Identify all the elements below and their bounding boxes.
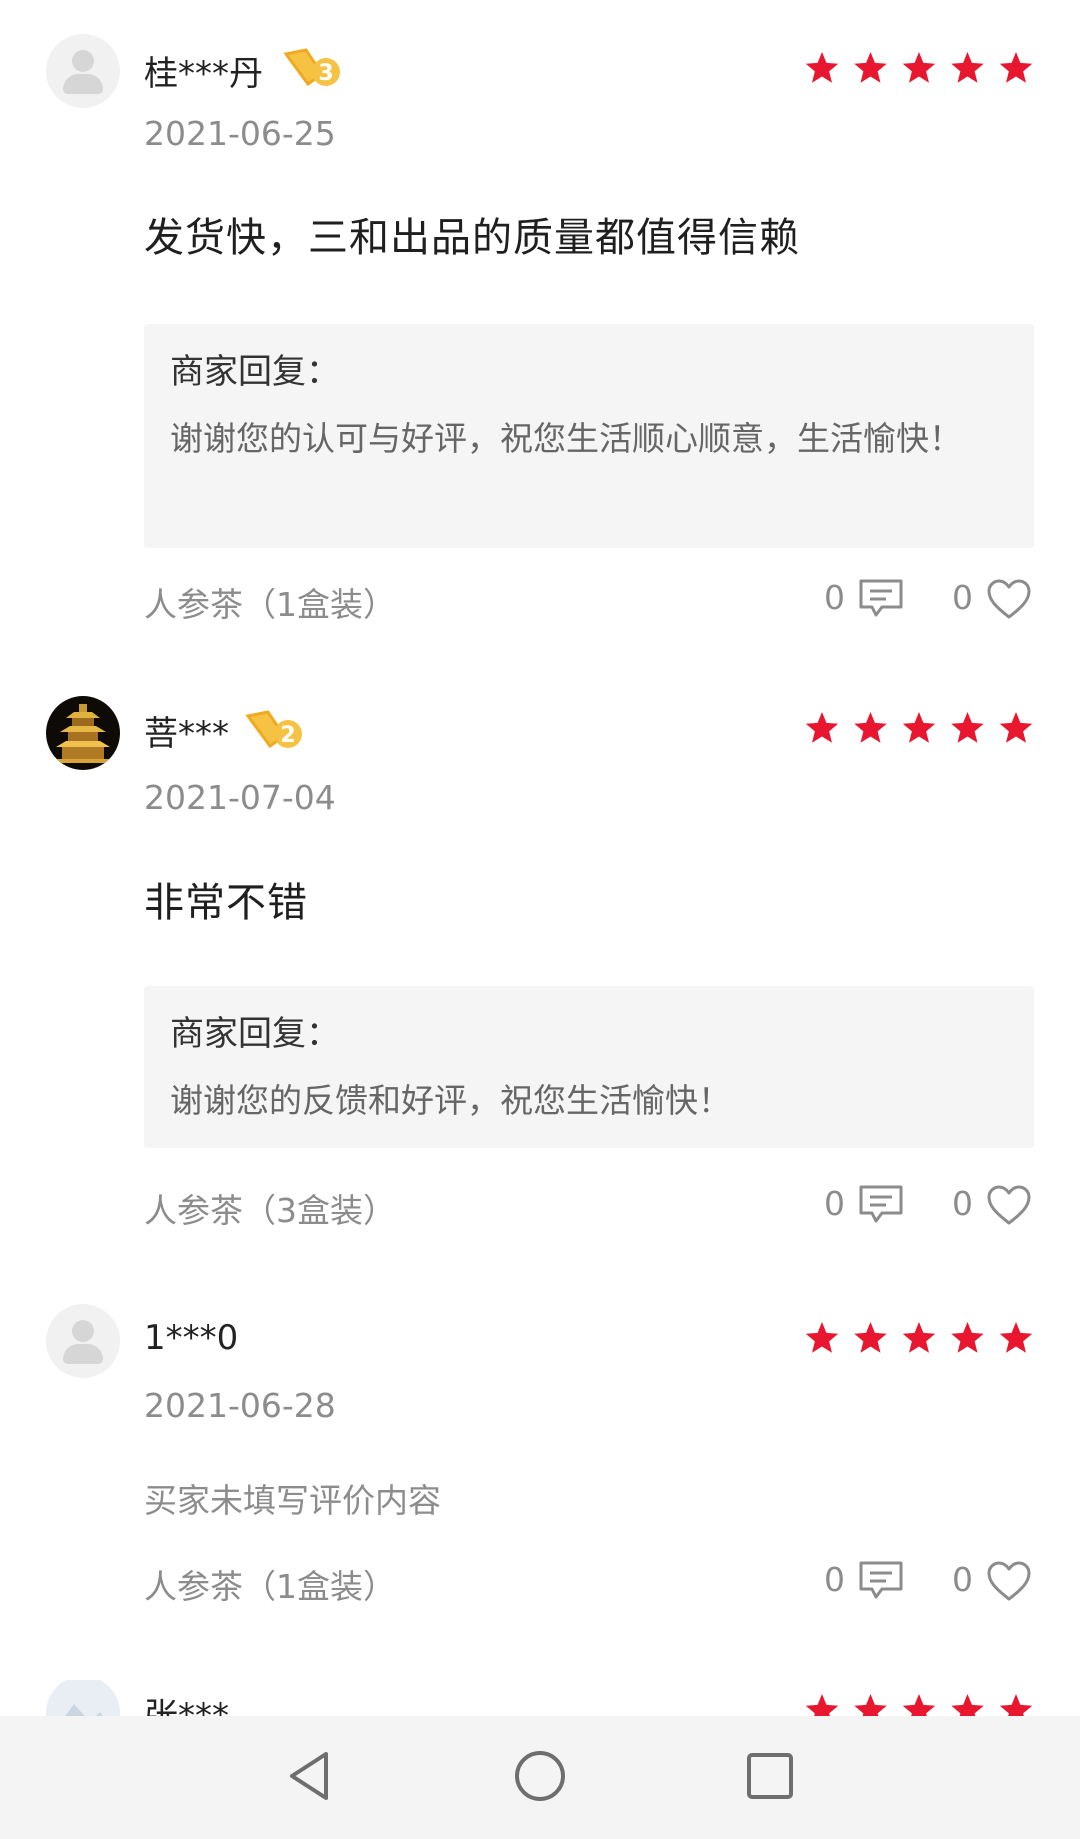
user-avatar-icon[interactable] xyxy=(46,1680,120,1716)
merchant-reply-text: 谢谢您的认可与好评，祝您生活顺心顺意，生活愉快！ xyxy=(170,419,962,458)
star-icon xyxy=(854,712,887,743)
review-item: 桂***丹 3 2021-06-25 发货快，三和出品的质量都值得信赖 商家回复… xyxy=(0,0,1080,660)
user-avatar-icon[interactable] xyxy=(46,696,120,770)
star-icon xyxy=(999,712,1033,743)
vip-level-badge-icon: 2 xyxy=(245,710,302,749)
star-icon xyxy=(951,1694,984,1716)
comment-icon[interactable] xyxy=(858,1560,904,1600)
reviewer-name: 菩*** xyxy=(144,714,229,754)
like-count: 0 xyxy=(952,1560,973,1599)
svg-text:3: 3 xyxy=(318,61,333,86)
review-content: 买家未填写评价内容 xyxy=(144,1481,441,1520)
star-rating xyxy=(805,1322,1033,1353)
comment-icon[interactable] xyxy=(858,1184,904,1224)
user-avatar-icon[interactable] xyxy=(46,34,120,108)
star-icon xyxy=(805,712,839,743)
heart-icon[interactable] xyxy=(986,578,1032,620)
review-item: 张*** xyxy=(0,1680,1080,1716)
star-icon xyxy=(999,1322,1033,1353)
product-variant: 人参茶（1盒装） xyxy=(144,1567,396,1606)
reviewer-name: 张*** xyxy=(144,1696,229,1716)
comment-icon[interactable] xyxy=(858,578,904,618)
like-count: 0 xyxy=(952,578,973,617)
like-count: 0 xyxy=(952,1184,973,1223)
heart-icon[interactable] xyxy=(986,1184,1032,1226)
review-date: 2021-06-28 xyxy=(144,1386,336,1425)
star-icon xyxy=(805,1694,839,1716)
star-icon xyxy=(951,52,984,83)
home-circle-icon[interactable] xyxy=(510,1746,570,1806)
star-icon xyxy=(951,712,984,743)
heart-icon[interactable] xyxy=(986,1560,1032,1602)
merchant-reply-text: 谢谢您的反馈和好评，祝您生活愉快！ xyxy=(170,1081,731,1120)
review-date: 2021-07-04 xyxy=(144,778,336,817)
product-variant: 人参茶（1盒装） xyxy=(144,585,396,624)
review-item: 菩*** 2 2021-07-04 非常不错 商家回复： 谢谢您的反馈和好评，祝… xyxy=(0,660,1080,1270)
star-icon xyxy=(951,1322,984,1353)
merchant-reply: 商家回复： 谢谢您的认可与好评，祝您生活顺心顺意，生活愉快！ xyxy=(144,324,1034,548)
star-icon xyxy=(902,1694,936,1716)
landscape-icon xyxy=(65,1704,103,1716)
pagoda-icon xyxy=(56,704,110,763)
star-icon xyxy=(854,1694,887,1716)
star-icon xyxy=(999,52,1033,83)
recents-square-icon[interactable] xyxy=(740,1746,800,1806)
vip-level-badge-icon: 3 xyxy=(283,48,340,87)
review-item: 1***0 2021-06-28 买家未填写评价内容 人参茶（1盒装） 0 0 xyxy=(0,1270,1080,1680)
reviewer-name: 1***0 xyxy=(144,1318,239,1358)
star-rating xyxy=(805,52,1033,83)
star-icon xyxy=(854,52,887,83)
user-avatar-icon[interactable] xyxy=(46,1304,120,1378)
back-triangle-icon[interactable] xyxy=(280,1746,340,1806)
reviewer-name: 桂***丹 xyxy=(144,54,263,94)
system-navigation-bar xyxy=(0,1716,1080,1839)
review-content: 发货快，三和出品的质量都值得信赖 xyxy=(144,215,800,261)
star-icon xyxy=(999,1694,1033,1716)
svg-text:2: 2 xyxy=(280,723,295,748)
product-variant: 人参茶（3盒装） xyxy=(144,1191,396,1230)
star-icon xyxy=(902,1322,936,1353)
star-icon xyxy=(854,1322,887,1353)
star-rating xyxy=(805,712,1033,743)
star-rating xyxy=(805,1694,1033,1716)
comment-count: 0 xyxy=(824,1560,845,1599)
merchant-reply-label: 商家回复： xyxy=(170,1014,340,1054)
comment-count: 0 xyxy=(824,578,845,617)
review-content: 非常不错 xyxy=(144,880,308,926)
merchant-reply: 商家回复： 谢谢您的反馈和好评，祝您生活愉快！ xyxy=(144,986,1034,1148)
comment-count: 0 xyxy=(824,1184,845,1223)
star-icon xyxy=(805,1322,839,1353)
review-date: 2021-06-25 xyxy=(144,114,336,153)
star-icon xyxy=(902,712,936,743)
merchant-reply-label: 商家回复： xyxy=(170,352,340,392)
star-icon xyxy=(805,52,839,83)
star-icon xyxy=(902,52,936,83)
